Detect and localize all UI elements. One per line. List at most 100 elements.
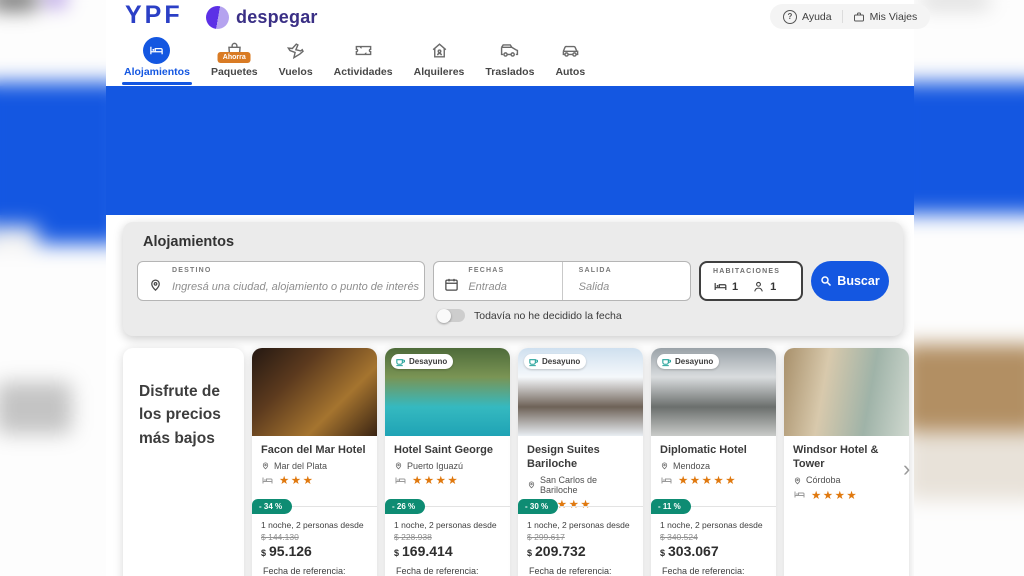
reference-date-label: Fecha de referencia:	[660, 566, 767, 576]
tab-label: Actividades	[334, 66, 393, 78]
hotel-card[interactable]: Desayuno Hotel Saint George Puerto Iguaz…	[385, 348, 510, 576]
price-section: - 26 % 1 noche, 2 personas desde $ 228.9…	[385, 506, 510, 576]
price-section: - 30 % 1 noche, 2 personas desde $ 299.6…	[518, 506, 643, 576]
rooms-label: HABITACIONES	[713, 268, 780, 275]
checkout-input[interactable]: SALIDA Salida	[562, 262, 690, 300]
discount-badge: - 30 %	[518, 499, 558, 514]
current-price: 169.414	[402, 543, 453, 559]
star-rating: ★★★★★	[678, 473, 737, 487]
coffee-cup-icon	[528, 356, 539, 367]
tab-traslados[interactable]: Traslados	[483, 37, 536, 85]
star-rating: ★★★★	[811, 488, 858, 502]
help-button[interactable]: ? Ayuda	[783, 10, 832, 24]
tab-paquetes[interactable]: Ahorra Paquetes	[209, 37, 260, 85]
guests-count: 1	[751, 280, 776, 293]
rooms-guests-selector[interactable]: HABITACIONES 1 1	[699, 261, 803, 301]
product-tabs: Alojamientos Ahorra Paquetes Vuelos Acti…	[122, 37, 587, 85]
current-price: 209.732	[535, 543, 586, 559]
reference-date-label: Fecha de referencia:	[394, 566, 501, 576]
dates-input-group: FECHAS Entrada SALIDA Salida	[433, 261, 691, 301]
hotel-location: Mar del Plata	[274, 461, 327, 471]
tab-label: Paquetes	[211, 66, 258, 78]
old-price: $ 228.938	[394, 532, 501, 542]
bed-icon	[261, 475, 274, 486]
help-label: Ayuda	[802, 11, 832, 23]
bed-icon	[143, 37, 170, 64]
tab-alquileres[interactable]: Alquileres	[412, 37, 467, 85]
tab-alojamientos[interactable]: Alojamientos	[122, 37, 192, 85]
reference-date-label: Fecha de referencia:	[527, 566, 634, 576]
page: YPF despegar ? Ayuda Mis Viajes Alojamie…	[0, 0, 1024, 576]
hotel-card[interactable]: Desayuno Diplomatic Hotel Mendoza ★★★★★ …	[651, 348, 776, 576]
tab-autos[interactable]: Autos	[553, 37, 587, 85]
discount-badge: - 34 %	[252, 499, 292, 514]
checkin-input[interactable]: FECHAS Entrada	[434, 262, 561, 300]
bed-icon	[713, 280, 728, 293]
hotel-photo: Desayuno	[518, 348, 643, 436]
coffee-cup-icon	[661, 356, 672, 367]
location-pin-icon	[261, 460, 270, 471]
tab-vuelos[interactable]: Vuelos	[277, 37, 315, 85]
hotel-carousel: Disfrute de los precios más bajos Facon …	[123, 348, 909, 576]
discount-badge: - 26 %	[385, 499, 425, 514]
hotel-card[interactable]: Facon del Mar Hotel Mar del Plata ★★★ - …	[252, 348, 377, 576]
promo-text: Disfrute de los precios más bajos	[139, 380, 228, 450]
breakfast-badge: Desayuno	[657, 354, 719, 369]
current-price: 303.067	[668, 543, 719, 559]
hotel-location: San Carlos de Bariloche	[540, 475, 634, 495]
tab-actividades[interactable]: Actividades	[332, 37, 395, 85]
old-price: $ 299.617	[527, 532, 634, 542]
ypf-logo[interactable]: YPF	[125, 1, 183, 30]
location-pin-icon	[793, 475, 802, 486]
house-icon	[430, 37, 449, 64]
tab-label: Alojamientos	[124, 66, 190, 78]
search-button[interactable]: Buscar	[811, 261, 889, 301]
tab-label: Traslados	[485, 66, 534, 78]
currency-symbol: $	[261, 548, 266, 558]
price-terms: 1 noche, 2 personas desde	[394, 520, 501, 530]
breakfast-badge: Desayuno	[391, 354, 453, 369]
hotel-name: Facon del Mar Hotel	[261, 443, 368, 457]
tab-label: Vuelos	[279, 66, 313, 78]
old-price: $ 144.130	[261, 532, 368, 542]
price-terms: 1 noche, 2 personas desde	[261, 520, 368, 530]
currency-symbol: $	[527, 548, 532, 558]
hotel-photo	[252, 348, 377, 436]
ahorra-badge: Ahorra	[218, 52, 251, 63]
coffee-cup-icon	[395, 356, 406, 367]
my-trips-label: Mis Viajes	[870, 11, 918, 23]
rooms-count: 1	[713, 280, 738, 293]
bed-icon	[793, 489, 806, 500]
despegar-logo[interactable]: despegar	[206, 6, 318, 29]
breakfast-badge: Desayuno	[524, 354, 586, 369]
plane-icon	[286, 37, 305, 64]
despegar-logo-icon	[206, 6, 229, 29]
van-icon	[500, 37, 519, 64]
car-icon	[561, 37, 580, 64]
star-rating: ★★★★	[412, 473, 459, 487]
question-icon: ?	[783, 10, 797, 24]
briefcase-icon	[853, 11, 865, 23]
hotel-name: Design Suites Bariloche	[527, 443, 634, 472]
tab-label: Alquileres	[414, 66, 465, 78]
location-pin-icon	[527, 479, 536, 490]
hotel-photo	[784, 348, 909, 436]
hotel-photo: Desayuno	[385, 348, 510, 436]
dates-label: FECHAS	[468, 267, 504, 274]
search-icon	[820, 275, 832, 287]
discount-badge: - 11 %	[651, 499, 691, 514]
hotel-card[interactable]: Windsor Hotel & Tower Córdoba ★★★★	[784, 348, 909, 576]
search-panel-title: Alojamientos	[143, 234, 234, 250]
blurred-right-edge	[914, 0, 1024, 576]
destination-input[interactable]: DESTINO Ingresá una ciudad, alojamiento …	[137, 261, 425, 301]
destination-label: DESTINO	[172, 267, 212, 274]
carousel-next-arrow[interactable]: ›	[903, 458, 910, 480]
my-trips-button[interactable]: Mis Viajes	[853, 11, 918, 23]
hotel-card[interactable]: Desayuno Design Suites Bariloche San Car…	[518, 348, 643, 576]
star-rating: ★★★	[279, 473, 314, 487]
location-pin-icon	[148, 277, 163, 292]
no-dates-toggle[interactable]	[437, 309, 465, 322]
search-panel: Alojamientos DESTINO Ingresá una ciudad,…	[123, 222, 903, 336]
currency-symbol: $	[660, 548, 665, 558]
bed-icon	[394, 475, 407, 486]
